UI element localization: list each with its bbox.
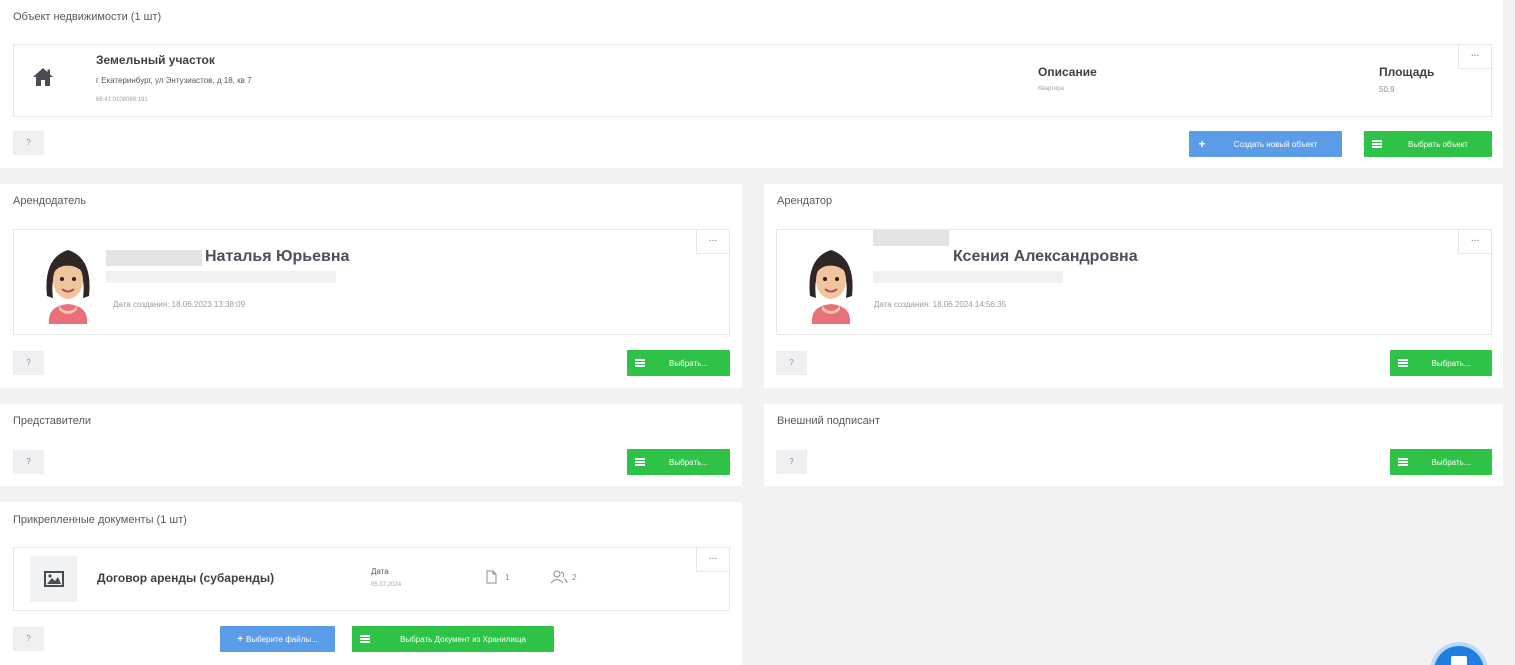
document-name: Договор аренды (субаренды) bbox=[97, 571, 275, 585]
document-card[interactable]: Договор аренды (субаренды) Дата 05.07.20… bbox=[13, 547, 730, 611]
description-value: Квартира bbox=[1038, 86, 1064, 92]
tenant-created-date: Дата создания: 18.06.2024 14:56:35 bbox=[874, 300, 1007, 309]
tenant-info-redacted bbox=[873, 271, 1063, 283]
property-name: Земельный участок bbox=[96, 53, 215, 67]
list-icon bbox=[1390, 359, 1416, 367]
users-icon bbox=[550, 570, 568, 589]
document-date-label: Дата bbox=[371, 567, 389, 576]
landlord-menu-button[interactable]: ... bbox=[696, 230, 729, 254]
tenant-avatar bbox=[804, 244, 858, 324]
image-icon bbox=[30, 556, 77, 602]
tenant-select-label: Выбрать... bbox=[1431, 358, 1471, 368]
external-signer-panel: Внешний подписант ? Выбрать... bbox=[764, 404, 1503, 486]
create-object-button[interactable]: + Создать новый объект bbox=[1189, 131, 1342, 157]
select-from-storage-label: Выбрать Документ из Хранилища bbox=[400, 634, 526, 644]
property-help-button[interactable]: ? bbox=[13, 131, 44, 155]
plus-icon: + bbox=[1198, 137, 1206, 151]
landlord-select-label: Выбрать... bbox=[669, 358, 708, 368]
create-object-label: Создать новый объект bbox=[1233, 139, 1318, 149]
representatives-select-button[interactable]: Выбрать... bbox=[627, 449, 730, 475]
property-panel: Объект недвижимости (1 шт) Земельный уча… bbox=[0, 0, 1503, 168]
select-from-storage-button[interactable]: Выбрать Документ из Хранилища bbox=[352, 626, 554, 652]
document-files-count: 1 bbox=[505, 573, 510, 582]
plus-icon: + bbox=[237, 633, 244, 645]
chat-icon bbox=[1451, 656, 1467, 665]
area-label: Площадь bbox=[1379, 65, 1435, 79]
list-icon bbox=[627, 458, 653, 466]
external-signer-help-button[interactable]: ? bbox=[776, 450, 807, 474]
landlord-created-date: Дата создания: 18.06.2023 13:38:09 bbox=[113, 300, 246, 309]
tenant-name: Ксения Александровна bbox=[953, 248, 1138, 265]
representatives-section-title: Представители bbox=[13, 415, 92, 427]
area-value: 50,9 bbox=[1379, 85, 1395, 94]
landlord-avatar bbox=[41, 244, 95, 324]
property-card[interactable]: Земельный участок г Екатеринбург, ул Энт… bbox=[13, 44, 1492, 117]
tenant-menu-button[interactable]: ... bbox=[1458, 230, 1491, 254]
list-icon bbox=[1390, 458, 1416, 466]
list-icon bbox=[627, 359, 653, 367]
landlord-card[interactable]: Наталья Юрьевна Дата создания: 18.06.202… bbox=[13, 229, 730, 335]
landlord-section-title: Арендодатель bbox=[13, 195, 87, 207]
file-icon bbox=[486, 570, 497, 589]
landlord-info-redacted bbox=[106, 271, 336, 283]
tenant-help-button[interactable]: ? bbox=[776, 351, 807, 375]
choose-files-label: Выберите файлы... bbox=[246, 634, 318, 644]
description-label: Описание bbox=[1038, 65, 1097, 79]
select-object-label: Выбрать объект bbox=[1408, 139, 1468, 149]
representatives-panel: Представители ? Выбрать... bbox=[0, 404, 742, 486]
chat-widget-button[interactable] bbox=[1434, 646, 1484, 665]
tenant-select-button[interactable]: Выбрать... bbox=[1390, 350, 1492, 376]
list-icon bbox=[1364, 140, 1390, 148]
external-signer-select-label: Выбрать... bbox=[1431, 457, 1471, 467]
property-address: г Екатеринбург, ул Энтузиастов, д 18, кв… bbox=[96, 76, 252, 85]
property-section-title: Объект недвижимости (1 шт) bbox=[13, 11, 162, 23]
document-menu-button[interactable]: ... bbox=[696, 548, 729, 572]
external-signer-select-button[interactable]: Выбрать... bbox=[1390, 449, 1492, 475]
choose-files-button[interactable]: + Выберите файлы... bbox=[220, 626, 335, 652]
property-cadastral: 66:41:0108089:191 bbox=[96, 97, 148, 103]
landlord-help-button[interactable]: ? bbox=[13, 351, 44, 375]
landlord-surname-redacted bbox=[106, 250, 202, 266]
representatives-help-button[interactable]: ? bbox=[13, 450, 44, 474]
document-date-value: 05.07.2024 bbox=[371, 582, 402, 588]
external-signer-section-title: Внешний подписант bbox=[777, 415, 880, 427]
list-icon bbox=[352, 635, 378, 643]
documents-section-title: Прикрепленные документы (1 шт) bbox=[13, 514, 187, 526]
landlord-name: Наталья Юрьевна bbox=[205, 248, 350, 265]
property-menu-button[interactable]: ... bbox=[1458, 45, 1491, 69]
documents-panel: Прикрепленные документы (1 шт) Договор а… bbox=[0, 502, 742, 665]
tenant-section-title: Арендатор bbox=[777, 195, 833, 207]
document-signers-count: 2 bbox=[572, 573, 577, 582]
tenant-panel: Арендатор Ксения Александровна Дата созд… bbox=[764, 184, 1503, 388]
select-object-button[interactable]: Выбрать объект bbox=[1364, 131, 1492, 157]
tenant-card[interactable]: Ксения Александровна Дата создания: 18.0… bbox=[776, 229, 1492, 335]
documents-help-button[interactable]: ? bbox=[13, 627, 44, 651]
representatives-select-label: Выбрать... bbox=[669, 457, 708, 467]
landlord-panel: Арендодатель Наталья Юрьевна Дата создан… bbox=[0, 184, 742, 388]
landlord-select-button[interactable]: Выбрать... bbox=[627, 350, 730, 376]
home-icon bbox=[32, 67, 54, 92]
tenant-surname-redacted bbox=[873, 230, 949, 246]
